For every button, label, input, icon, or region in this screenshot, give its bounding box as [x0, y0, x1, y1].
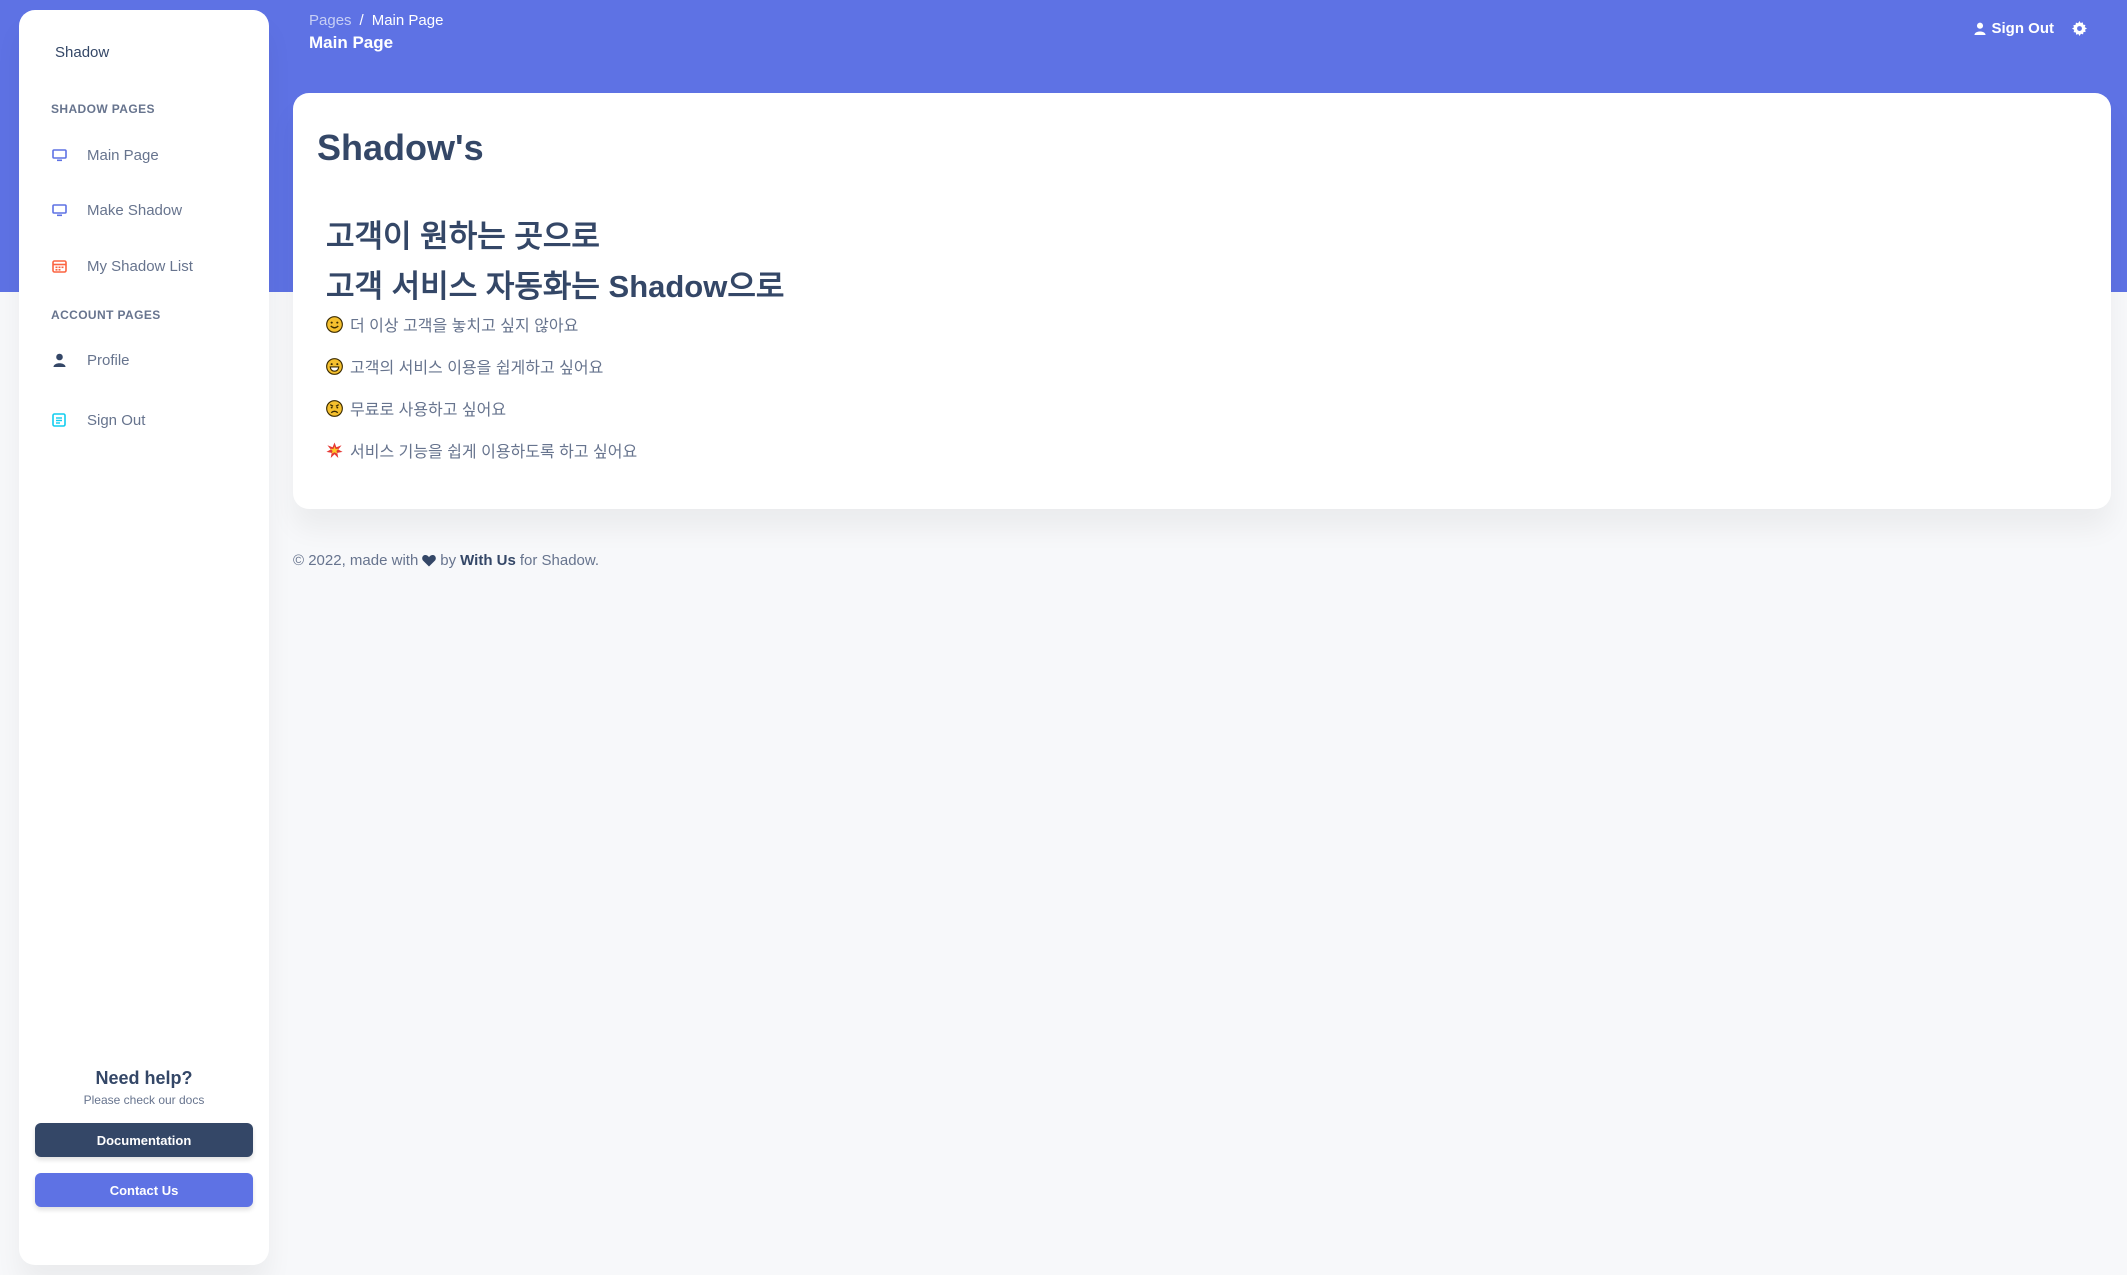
section-account-pages: ACCOUNT PAGES: [51, 308, 161, 322]
breadcrumb-separator: /: [359, 12, 364, 29]
grin-face-icon: [326, 357, 343, 375]
footer-by: by: [440, 552, 457, 569]
sidebar-item-label: Profile: [87, 351, 130, 369]
feature-item: 서비스 기능을 쉽게 이용하도록 하고 싶어요: [326, 438, 637, 462]
footer-author-link[interactable]: With Us: [460, 552, 516, 569]
footer: © 2022, made with by With Us for Shadow.: [293, 552, 599, 569]
feature-text: 서비스 기능을 쉽게 이용하도록 하고 싶어요: [350, 444, 638, 461]
footer-prefix: © 2022, made with: [293, 552, 419, 569]
calendar-icon: [51, 258, 67, 274]
sidebar-item-profile[interactable]: Profile: [51, 340, 261, 380]
feature-item: 고객의 서비스 이용을 쉽게하고 싶어요: [326, 354, 603, 378]
section-shadow-pages: SHADOW PAGES: [51, 102, 155, 116]
breadcrumb: Pages / Main Page: [309, 12, 443, 29]
page-title: Main Page: [309, 33, 394, 52]
sidebar-item-my-shadow-list[interactable]: My Shadow List: [51, 246, 261, 286]
nav-actions: Sign Out: [1973, 20, 2087, 37]
sidebar-item-label: Sign Out: [87, 411, 146, 429]
monitor-icon: [51, 147, 67, 163]
signout-link[interactable]: Sign Out: [1973, 20, 2055, 37]
feature-text: 고객의 서비스 이용을 쉽게하고 싶어요: [350, 360, 604, 377]
sidebar-item-label: Make Shadow: [87, 201, 183, 219]
headline-line-2: 고객 서비스 자동화는 Shadow으로: [326, 269, 785, 304]
sidebar: Shadow SHADOW PAGES Main Page Make Shado…: [19, 10, 269, 1265]
feature-item: 무료로 사용하고 싶어요: [326, 396, 506, 420]
heart-icon: [422, 554, 437, 567]
angry-face-icon: [326, 399, 343, 417]
user-icon: [1973, 22, 1986, 35]
collision-icon: [326, 441, 343, 459]
card-title: Shadow's: [317, 127, 484, 168]
sidebar-item-sign-out[interactable]: Sign Out: [51, 400, 261, 440]
feature-text: 더 이상 고객을 놓치고 싶지 않아요: [350, 318, 579, 335]
main-card: Shadow's 고객이 원하는 곳으로 고객 서비스 자동화는 Shadow으…: [293, 93, 2111, 509]
sidebar-item-make-shadow[interactable]: Make Shadow: [51, 190, 261, 230]
documentation-button[interactable]: Documentation: [35, 1123, 253, 1157]
sidebar-item-label: Main Page: [87, 146, 159, 164]
footer-suffix: for Shadow.: [519, 552, 600, 569]
feature-text: 무료로 사용하고 싶어요: [350, 402, 507, 419]
headline-line-1: 고객이 원하는 곳으로: [326, 219, 600, 254]
smile-face-icon: [326, 315, 343, 333]
sidebar-item-label: My Shadow List: [87, 257, 193, 275]
help-title: Need help?: [95, 1068, 193, 1088]
help-subtitle: Please check our docs: [83, 1093, 205, 1107]
contact-us-button[interactable]: Contact Us: [35, 1173, 253, 1207]
feature-item: 더 이상 고객을 놓치고 싶지 않아요: [326, 312, 578, 336]
monitor-icon: [51, 202, 67, 218]
gear-icon[interactable]: [2072, 21, 2087, 36]
document-icon: [51, 412, 67, 428]
signout-label: Sign Out: [1991, 20, 2055, 37]
brand-name[interactable]: Shadow: [55, 44, 109, 61]
breadcrumb-current: Main Page: [371, 12, 444, 29]
sidebar-item-main-page[interactable]: Main Page: [51, 135, 261, 175]
breadcrumb-root[interactable]: Pages: [309, 12, 352, 29]
user-icon: [51, 352, 67, 368]
